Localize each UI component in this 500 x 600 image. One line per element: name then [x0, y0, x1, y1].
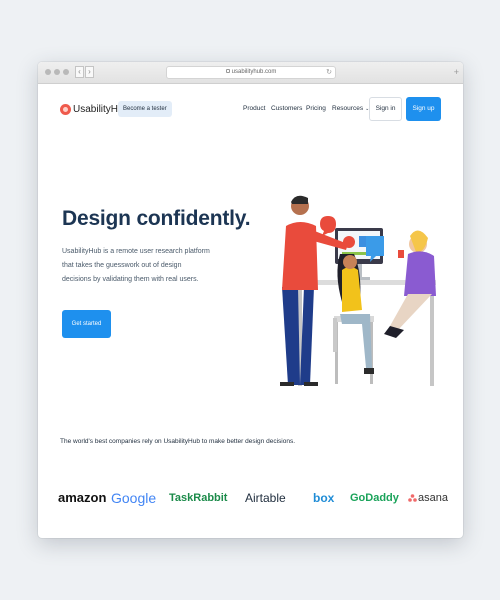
asana-logo: asana [408, 490, 448, 506]
man-trousers [300, 287, 314, 385]
man-shoe [304, 382, 318, 386]
trust-statement: The world's best companies rely on Usabi… [60, 438, 295, 445]
get-started-button[interactable]: Get started [62, 310, 111, 338]
nav-customers[interactable]: Customers [271, 104, 302, 114]
airtable-logo: Airtable [245, 491, 286, 505]
browser-chrome: ‹ › usabilityhub.com ↻ + [38, 62, 463, 84]
speech-bubble-red [320, 216, 336, 236]
become-tester-button[interactable]: Become a tester [118, 101, 172, 117]
hero-description: UsabilityHub is a remote user research p… [62, 248, 210, 283]
woman2-trousers [390, 294, 432, 330]
woman2-shoe [384, 326, 404, 338]
nav-resources-label: Resources [332, 105, 364, 112]
back-button[interactable]: ‹ [75, 66, 84, 78]
sign-in-button[interactable]: Sign in [369, 97, 402, 121]
woman-jeans [340, 314, 372, 368]
address-bar[interactable]: usabilityhub.com ↻ [166, 66, 336, 79]
man-trousers [282, 287, 300, 385]
nav-resources[interactable]: Resources ⌄ [332, 104, 369, 114]
forward-button[interactable]: › [85, 66, 94, 78]
nav-product[interactable]: Product [243, 104, 265, 114]
browser-window: ‹ › usabilityhub.com ↻ + UsabilityHub Be… [38, 62, 463, 538]
taskrabbit-logo: TaskRabbit [169, 492, 228, 504]
usabilityhub-logo-icon[interactable] [60, 104, 71, 115]
hero-illustration [280, 195, 436, 386]
man-shoe [280, 382, 294, 386]
desk-leg [430, 285, 434, 386]
godaddy-logo: GoDaddy [350, 492, 399, 504]
asana-logo-text: asana [418, 492, 448, 504]
nav-pricing[interactable]: Pricing [306, 104, 326, 114]
sign-up-button[interactable]: Sign up [406, 97, 441, 121]
reload-icon[interactable]: ↻ [326, 68, 332, 77]
man-hair [291, 195, 308, 204]
amazon-logo: amazon [58, 490, 107, 505]
chair-back [333, 318, 337, 352]
new-tab-icon[interactable]: + [454, 66, 459, 78]
url-text: usabilityhub.com [231, 69, 277, 75]
hero-headline: Design confidently. [62, 207, 251, 230]
lock-icon [225, 69, 230, 73]
window-zoom-dot[interactable] [63, 69, 69, 75]
asana-dots-icon [408, 494, 417, 502]
coffee-cup [398, 250, 404, 258]
woman-head [343, 255, 357, 269]
woman-shoe [364, 368, 374, 374]
window-minimize-dot[interactable] [54, 69, 60, 75]
woman2-sweater [404, 251, 436, 296]
google-logo: Google [111, 490, 157, 506]
window-close-dot[interactable] [45, 69, 51, 75]
box-logo: box [313, 491, 335, 505]
